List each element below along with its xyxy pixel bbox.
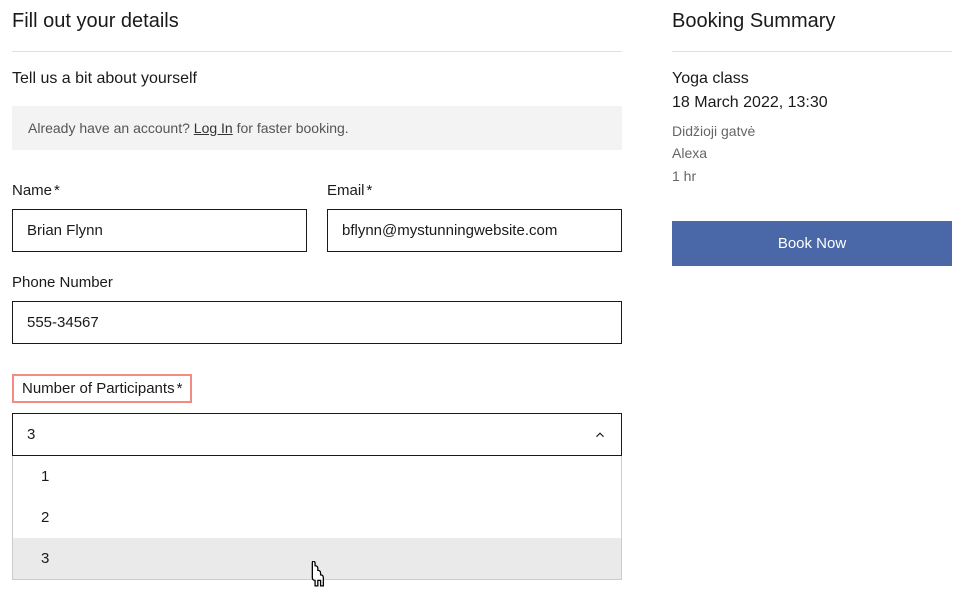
banner-suffix: for faster booking. bbox=[233, 120, 349, 136]
dropdown-option-2[interactable]: 2 bbox=[13, 497, 621, 538]
email-input[interactable] bbox=[327, 209, 622, 252]
book-now-button[interactable]: Book Now bbox=[672, 221, 952, 266]
dropdown-option-3[interactable]: 3 bbox=[13, 538, 621, 579]
required-star: * bbox=[177, 380, 183, 397]
name-group: Name* bbox=[12, 182, 307, 252]
banner-prefix: Already have an account? bbox=[28, 120, 194, 136]
participants-group: Number of Participants* 3 1 2 3 bbox=[12, 374, 622, 580]
summary-location: Didžioji gatvė bbox=[672, 120, 952, 142]
dropdown-selected[interactable]: 3 bbox=[13, 414, 621, 455]
required-star: * bbox=[367, 182, 373, 199]
login-link[interactable]: Log In bbox=[194, 120, 233, 136]
details-form: Fill out your details Tell us a bit abou… bbox=[12, 10, 622, 580]
summary-meta: Didžioji gatvė Alexa 1 hr bbox=[672, 120, 952, 187]
name-input[interactable] bbox=[12, 209, 307, 252]
summary-duration: 1 hr bbox=[672, 165, 952, 187]
login-banner: Already have an account? Log In for fast… bbox=[12, 106, 622, 150]
booking-summary: Booking Summary Yoga class 18 March 2022… bbox=[672, 10, 952, 580]
name-label-text: Name bbox=[12, 182, 52, 199]
form-subheading: Tell us a bit about yourself bbox=[12, 70, 622, 88]
email-label-text: Email bbox=[327, 182, 365, 199]
phone-group: Phone Number bbox=[12, 274, 622, 344]
participants-label-text: Number of Participants bbox=[22, 380, 175, 397]
dropdown-list: 1 2 3 bbox=[12, 456, 622, 580]
name-label: Name* bbox=[12, 182, 307, 199]
summary-heading: Booking Summary bbox=[672, 10, 952, 52]
phone-input[interactable] bbox=[12, 301, 622, 344]
email-label: Email* bbox=[327, 182, 622, 199]
participants-label-highlighted: Number of Participants* bbox=[12, 374, 192, 403]
dropdown-selected-value: 3 bbox=[27, 426, 35, 443]
form-heading: Fill out your details bbox=[12, 10, 622, 52]
summary-service: Yoga class bbox=[672, 70, 952, 88]
chevron-up-icon bbox=[593, 428, 607, 442]
phone-label: Phone Number bbox=[12, 274, 622, 291]
summary-datetime: 18 March 2022, 13:30 bbox=[672, 94, 952, 112]
summary-staff: Alexa bbox=[672, 142, 952, 164]
dropdown-option-1[interactable]: 1 bbox=[13, 456, 621, 497]
required-star: * bbox=[54, 182, 60, 199]
email-group: Email* bbox=[327, 182, 622, 252]
participants-dropdown[interactable]: 3 bbox=[12, 413, 622, 456]
